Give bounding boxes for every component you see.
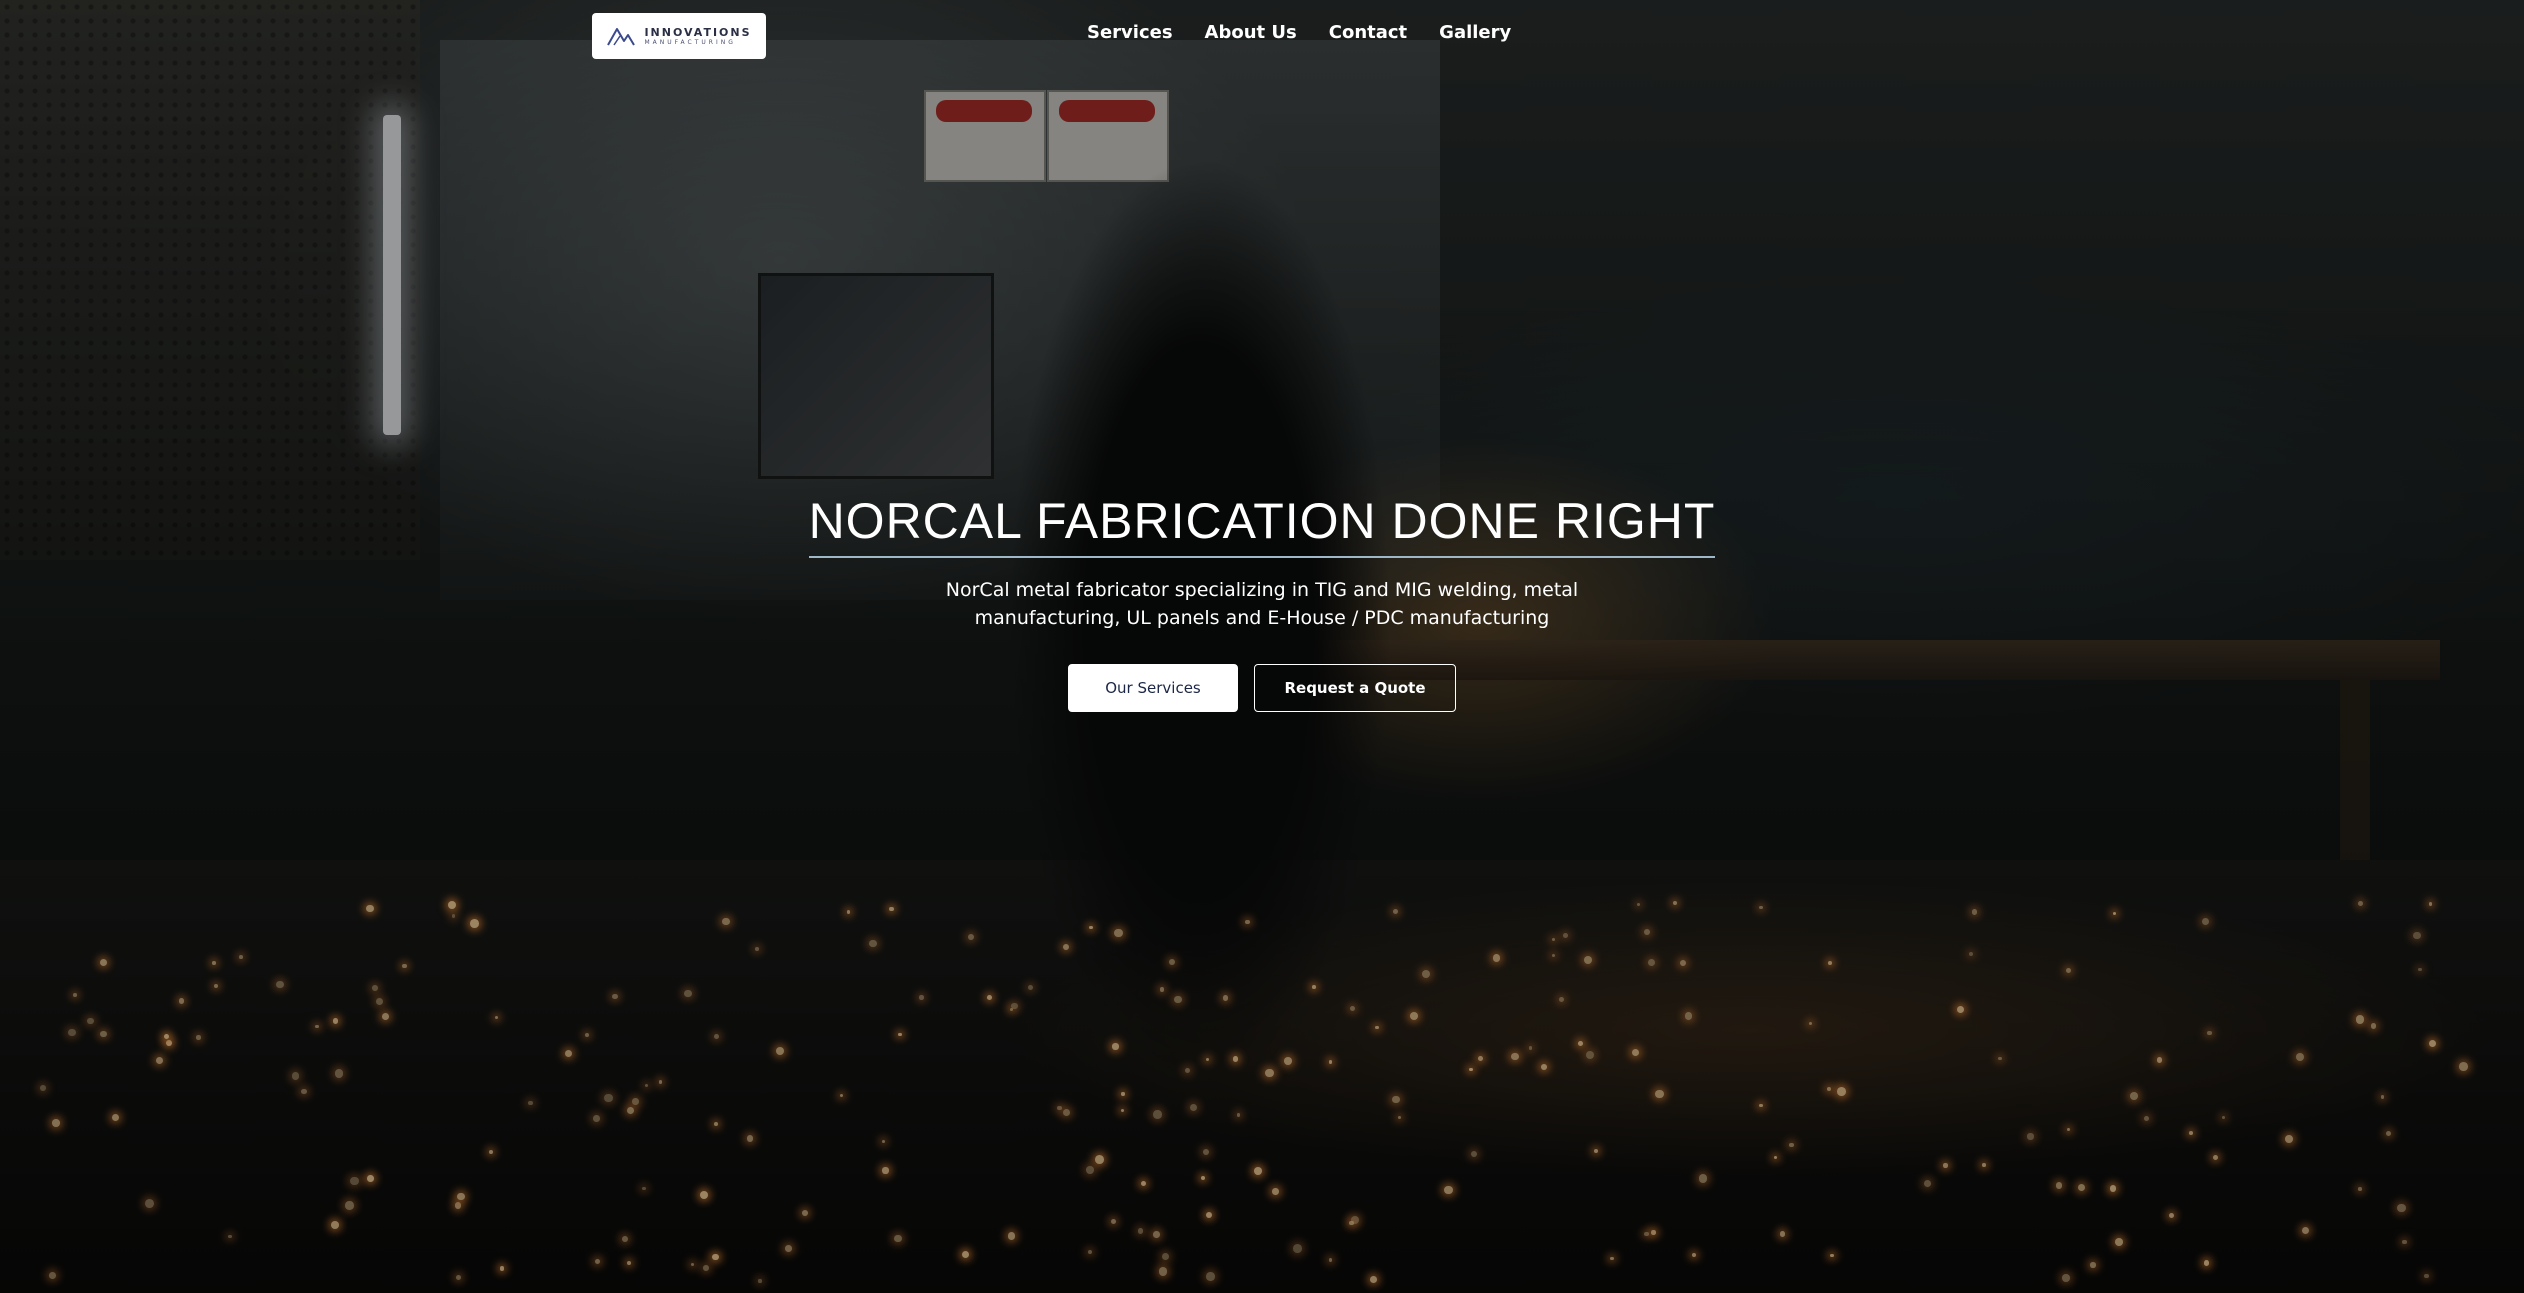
nav-item-services[interactable]: Services [1087,22,1173,43]
hero-content: NORCAL FABRICATION DONE RIGHT NorCal met… [0,492,2524,712]
mountain-logo-icon [607,28,636,46]
site-logo[interactable]: INNOVATIONS MANUFACTURING [592,13,766,59]
logo-text: INNOVATIONS MANUFACTURING [644,27,751,46]
site-header: INNOVATIONS MANUFACTURING Services About… [0,0,2524,70]
logo-title: INNOVATIONS [644,25,752,39]
hero-cta-row: Our Services Request a Quote [0,664,2524,712]
logo-subtitle: MANUFACTURING [644,38,736,46]
nav-item-about-us[interactable]: About Us [1205,22,1297,43]
main-nav: Services About Us Contact Gallery [1087,22,1511,43]
hero-title: NORCAL FABRICATION DONE RIGHT [808,492,1716,558]
hero-subtitle: NorCal metal fabricator specializing in … [945,579,1579,629]
nav-item-contact[interactable]: Contact [1329,22,1407,43]
our-services-button[interactable]: Our Services [1068,664,1238,712]
nav-item-gallery[interactable]: Gallery [1439,22,1511,43]
hero-section: INNOVATIONS MANUFACTURING Services About… [0,0,2524,1293]
request-quote-button[interactable]: Request a Quote [1254,664,1456,712]
